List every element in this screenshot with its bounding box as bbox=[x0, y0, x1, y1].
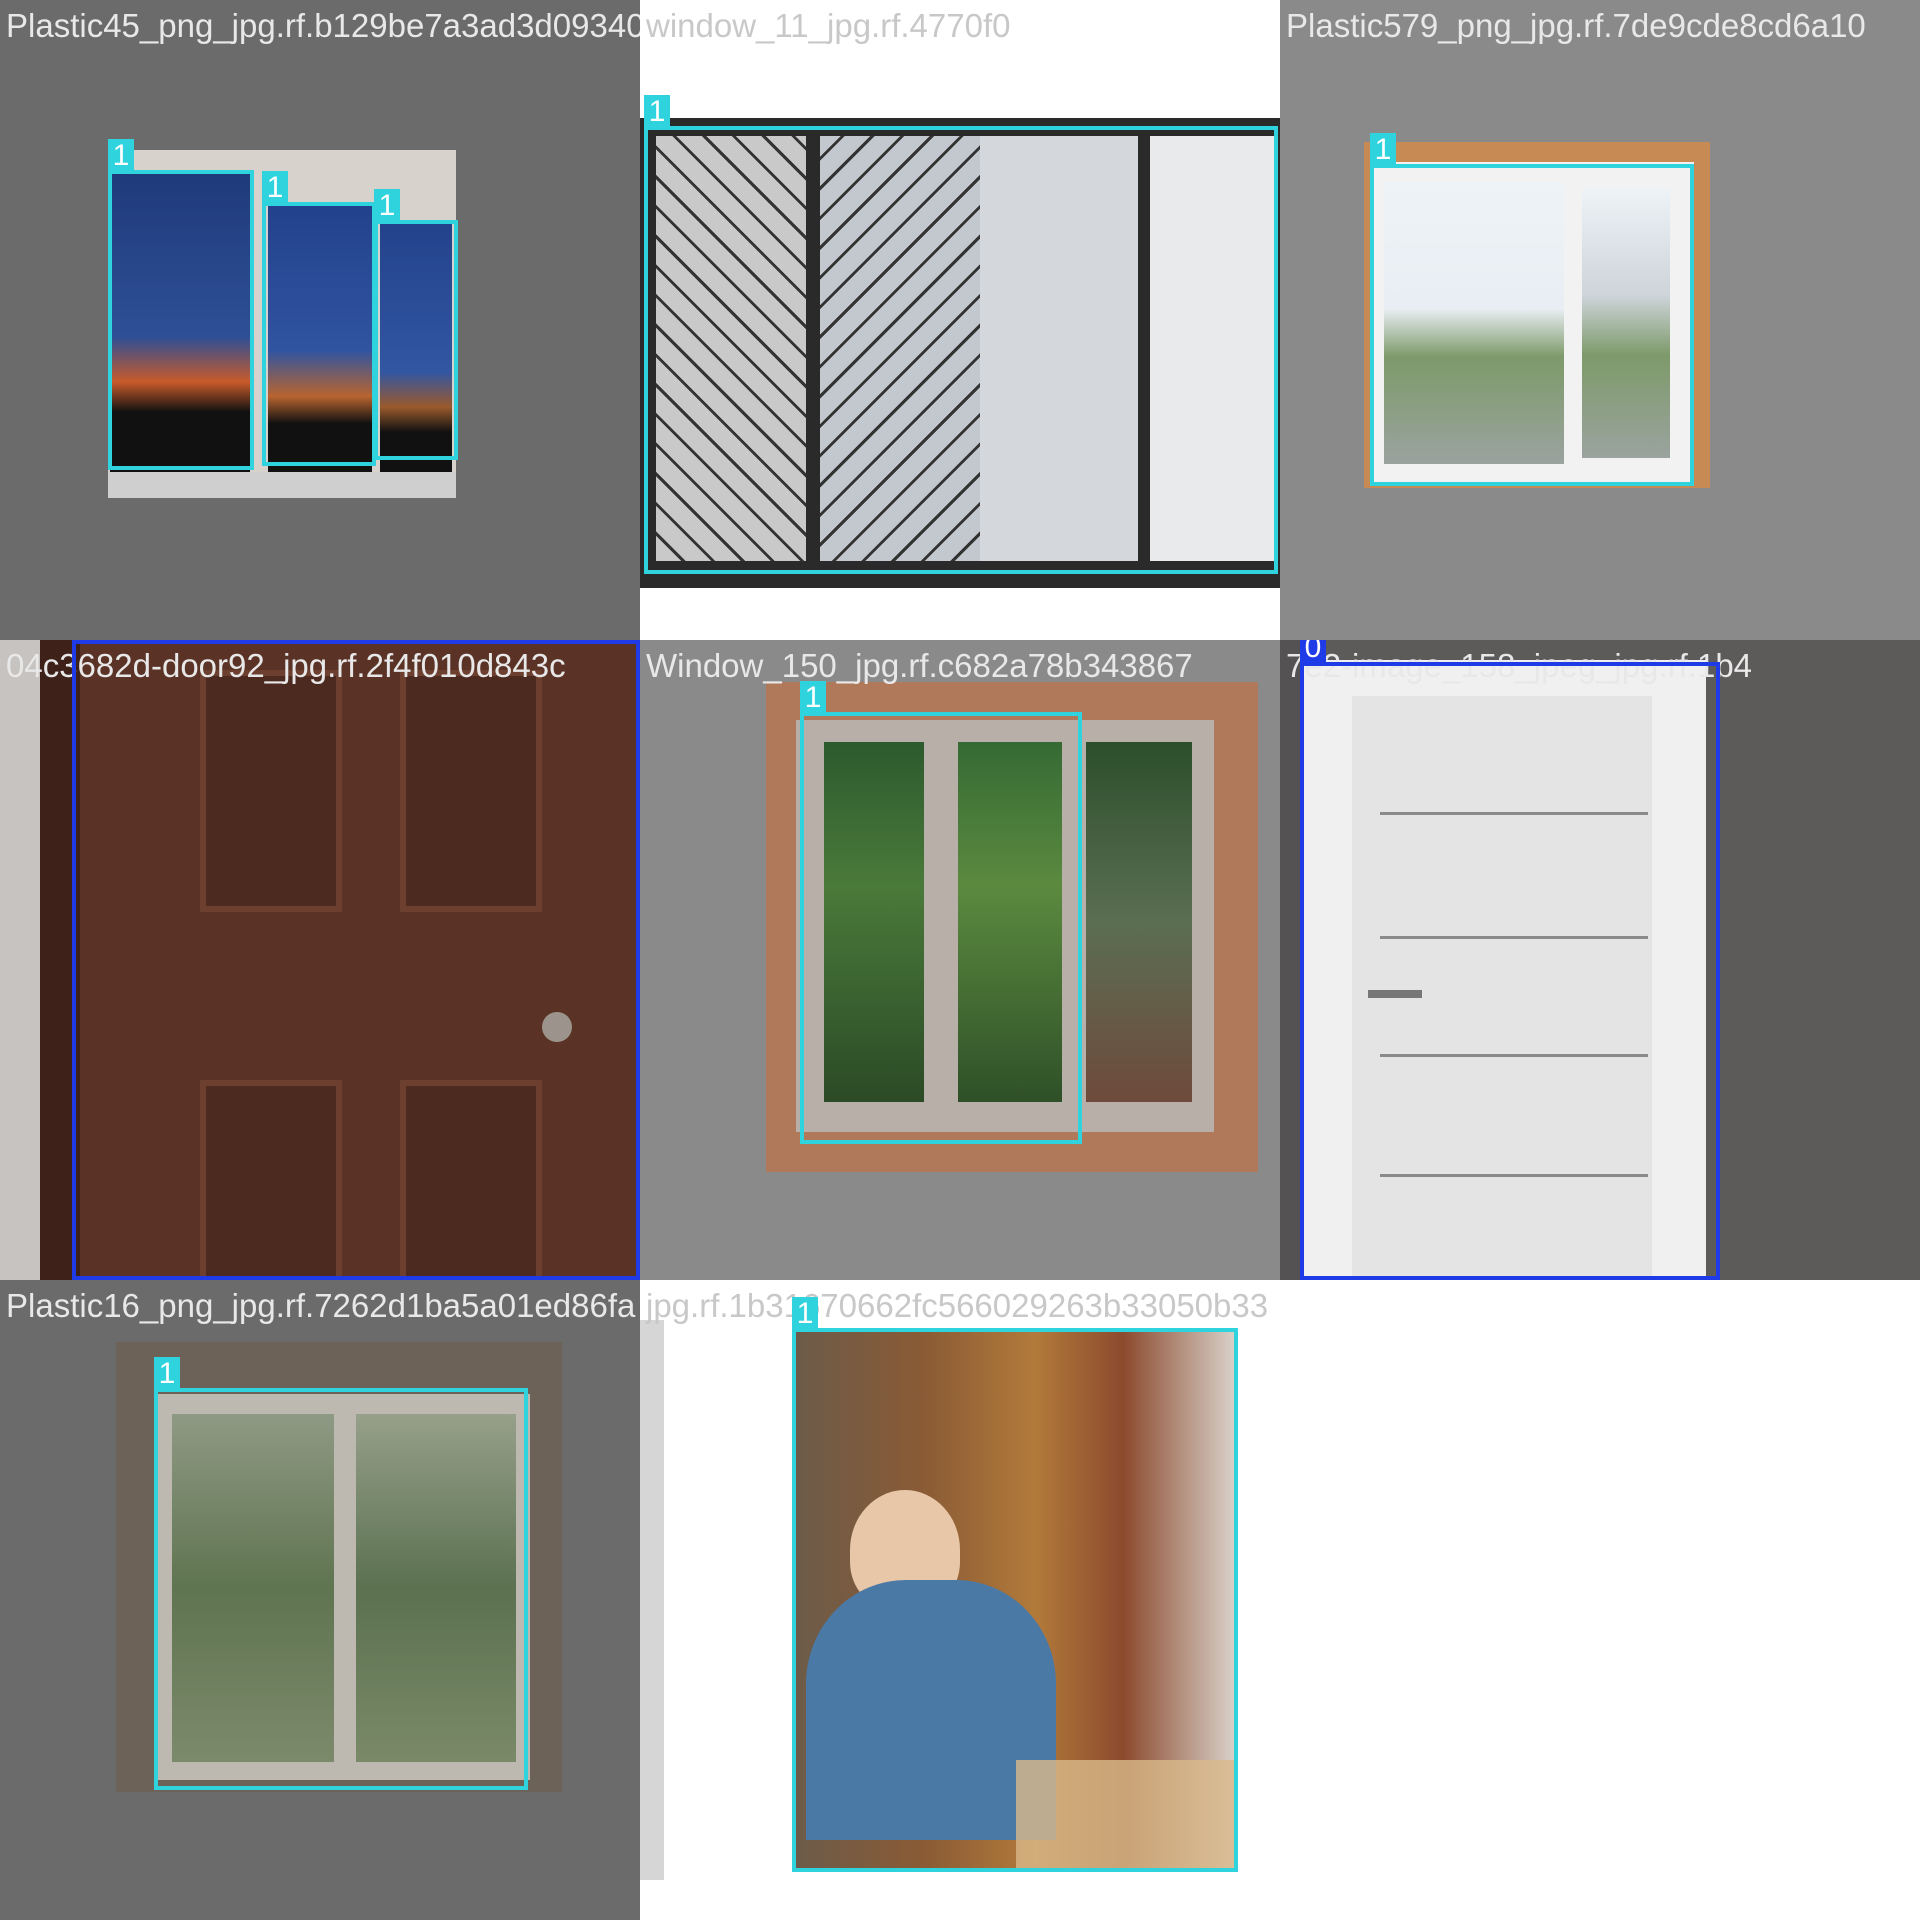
window-bbox: 1 bbox=[792, 1297, 1238, 1872]
class-label: 1 bbox=[1370, 133, 1396, 166]
class-label: 1 bbox=[792, 1297, 818, 1330]
door-bbox: 0 bbox=[1300, 640, 1720, 1280]
tile-plastic579: 1 Plastic579_png_jpg.rf.7de9cde8cd6a10 bbox=[1280, 0, 1920, 640]
empty-tile bbox=[1280, 1280, 1920, 1920]
tile-window-150: 1 Window_150_jpg.rf.c682a78b343867 bbox=[640, 640, 1280, 1280]
tile-woman-window: 1 jpg.rf.1b31670662fc566029263b33050b33 bbox=[640, 1280, 1280, 1920]
window-bbox: 1 bbox=[1370, 133, 1694, 486]
tile-window-11: 1 window_11_jpg.rf.4770f0 bbox=[640, 0, 1280, 640]
class-label: 1 bbox=[262, 171, 288, 204]
class-label: 1 bbox=[374, 189, 400, 222]
tile-filename: Plastic16_png_jpg.rf.7262d1ba5a01ed86fa bbox=[6, 1287, 636, 1324]
class-label: 1 bbox=[154, 1357, 180, 1390]
class-label: 1 bbox=[800, 681, 826, 714]
tile-plastic45: 1 1 1 Plastic45_png_jpg.rf.b129be7a3ad3d… bbox=[0, 0, 640, 640]
window-bbox: 1 bbox=[154, 1357, 528, 1790]
window-bbox: 1 bbox=[800, 681, 1082, 1144]
window-bbox: 1 bbox=[644, 95, 1278, 574]
class-label: 0 bbox=[1300, 640, 1326, 664]
class-label: 1 bbox=[644, 95, 670, 128]
class-label: 0 bbox=[72, 640, 98, 641]
door-bbox: 0 bbox=[72, 640, 640, 1280]
window-bbox: 1 bbox=[374, 189, 458, 460]
tile-plastic16: 1 Plastic16_png_jpg.rf.7262d1ba5a01ed86f… bbox=[0, 1280, 640, 1920]
window-bbox: 1 bbox=[108, 139, 254, 470]
tile-filename: Plastic45_png_jpg.rf.b129be7a3ad3d09340 bbox=[6, 7, 640, 44]
tile-door92: 0 04c3682d-door92_jpg.rf.2f4f010d843c bbox=[0, 640, 640, 1280]
tile-filename: Window_150_jpg.rf.c682a78b343867 bbox=[646, 647, 1193, 684]
tile-image-158: 0 7e2-image_158_jpeg_jpg.rf.1b4 bbox=[1280, 640, 1920, 1280]
detection-mosaic: 1 1 1 Plastic45_png_jpg.rf.b129be7a3ad3d… bbox=[0, 0, 1920, 1920]
class-label: 1 bbox=[108, 139, 134, 172]
tile-filename: Plastic579_png_jpg.rf.7de9cde8cd6a10 bbox=[1286, 7, 1866, 44]
window-bbox: 1 bbox=[262, 171, 376, 466]
tile-filename: window_11_jpg.rf.4770f0 bbox=[646, 7, 1011, 44]
